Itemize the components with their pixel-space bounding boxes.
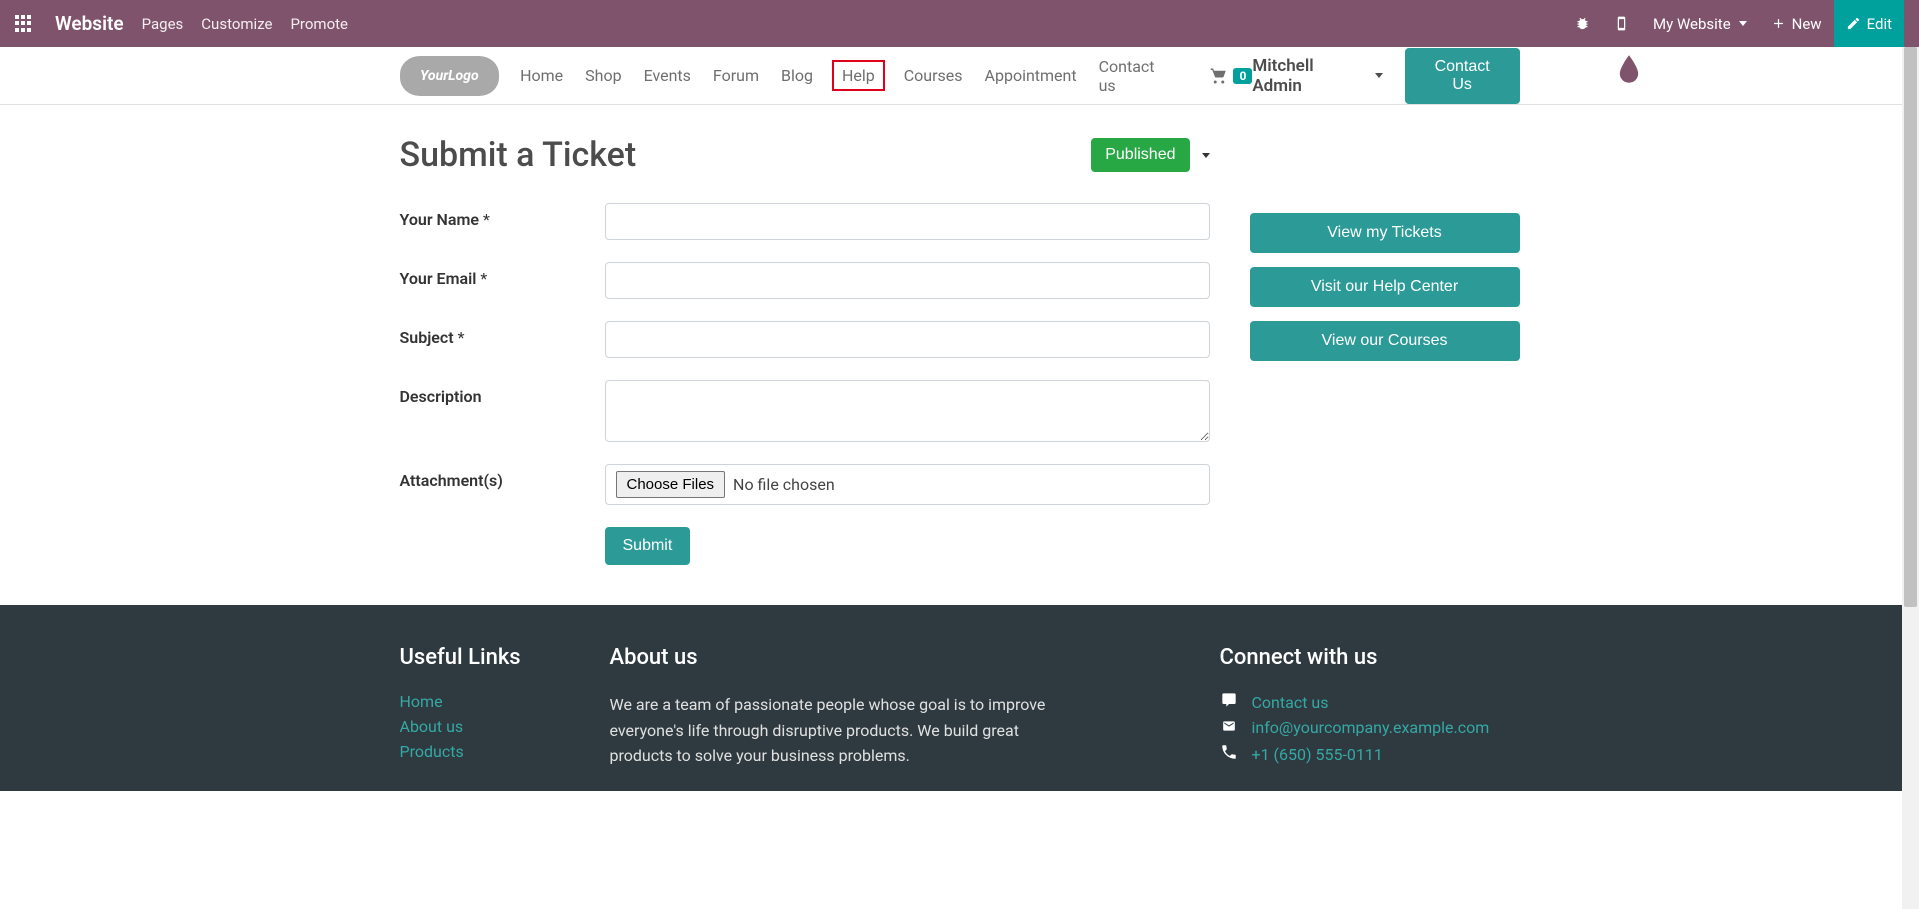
nav-events[interactable]: Events <box>641 60 694 91</box>
footer-connect-title: Connect with us <box>1220 645 1520 670</box>
input-subject[interactable] <box>605 321 1210 358</box>
nav-courses[interactable]: Courses <box>901 60 966 91</box>
topbar-left: Website Pages Customize Promote <box>15 12 348 35</box>
mobile-preview-icon[interactable] <box>1602 0 1641 47</box>
publish-controls: Published <box>1091 138 1209 172</box>
footer-about-text: We are a team of passionate people whose… <box>610 692 1080 769</box>
form-row-email: Your Email * <box>400 262 1210 299</box>
connect-phone: +1 (650) 555-0111 <box>1220 743 1520 765</box>
page-body: Submit a Ticket Published Your Name * Yo… <box>390 105 1530 605</box>
nav-links: Home Shop Events Forum Blog Help Courses… <box>517 51 1252 101</box>
connect-email-link[interactable]: info@yourcompany.example.com <box>1252 718 1490 737</box>
chevron-down-icon <box>1375 73 1383 78</box>
nav-home[interactable]: Home <box>517 60 566 91</box>
user-menu[interactable]: Mitchell Admin <box>1252 56 1382 96</box>
label-subject: Subject * <box>400 321 605 347</box>
label-name: Your Name * <box>400 203 605 229</box>
file-input-wrap[interactable]: Choose Files No file chosen <box>605 464 1210 505</box>
site-logo[interactable]: YourLogo <box>400 56 500 96</box>
menu-promote[interactable]: Promote <box>290 15 348 33</box>
new-label: New <box>1792 15 1822 33</box>
user-name: Mitchell Admin <box>1252 56 1366 96</box>
submit-row: Submit <box>400 527 1210 565</box>
nav-forum[interactable]: Forum <box>710 60 762 91</box>
connect-contact-link[interactable]: Contact us <box>1252 693 1329 712</box>
form-row-description: Description <box>400 380 1210 442</box>
nav-appointment[interactable]: Appointment <box>982 60 1080 91</box>
publish-dropdown-icon[interactable] <box>1202 153 1210 158</box>
cart-count-badge: 0 <box>1233 68 1252 84</box>
menu-customize[interactable]: Customize <box>201 15 272 33</box>
file-status-text: No file chosen <box>733 475 835 494</box>
form-row-attachments: Attachment(s) Choose Files No file chose… <box>400 464 1210 505</box>
cart-link[interactable]: 0 <box>1209 67 1252 85</box>
phone-icon <box>1220 743 1238 765</box>
nav-shop[interactable]: Shop <box>582 60 624 91</box>
vertical-scrollbar[interactable] <box>1902 47 1919 909</box>
chevron-down-icon <box>1739 21 1747 26</box>
label-attachments: Attachment(s) <box>400 464 605 490</box>
app-brand[interactable]: Website <box>55 12 124 35</box>
visit-help-center-button[interactable]: Visit our Help Center <box>1250 267 1520 307</box>
edit-button[interactable]: Edit <box>1834 0 1904 47</box>
bug-icon[interactable] <box>1563 0 1602 47</box>
contact-us-button[interactable]: Contact Us <box>1405 48 1520 104</box>
footer-about-title: About us <box>610 645 1080 670</box>
form-row-subject: Subject * <box>400 321 1210 358</box>
side-column: View my Tickets Visit our Help Center Vi… <box>1250 143 1520 565</box>
view-my-tickets-button[interactable]: View my Tickets <box>1250 213 1520 253</box>
nav-help[interactable]: Help <box>832 60 885 91</box>
main-column: Submit a Ticket Published Your Name * Yo… <box>400 135 1210 565</box>
side-spacer <box>1250 143 1520 199</box>
view-courses-button[interactable]: View our Courses <box>1250 321 1520 361</box>
footer-connect: Connect with us Contact us info@yourcomp… <box>1220 645 1520 771</box>
published-button[interactable]: Published <box>1091 138 1189 172</box>
edit-label: Edit <box>1867 15 1892 33</box>
submit-button[interactable]: Submit <box>605 527 691 565</box>
footer-useful-title: Useful Links <box>400 645 580 670</box>
my-website-dropdown[interactable]: My Website <box>1641 0 1759 47</box>
input-description[interactable] <box>605 380 1210 442</box>
footer-useful-links: Useful Links Home About us Products <box>400 645 580 771</box>
topbar-right: My Website New Edit <box>1563 0 1904 47</box>
page-title: Submit a Ticket <box>400 135 1092 175</box>
footer: Useful Links Home About us Products Abou… <box>0 605 1919 791</box>
new-button[interactable]: New <box>1759 0 1834 47</box>
my-website-label: My Website <box>1653 15 1731 33</box>
footer-link-about[interactable]: About us <box>400 717 580 736</box>
title-row: Submit a Ticket Published <box>400 135 1210 175</box>
admin-topbar: Website Pages Customize Promote My Websi… <box>0 0 1919 47</box>
label-description: Description <box>400 380 605 406</box>
choose-files-button[interactable]: Choose Files <box>616 471 726 498</box>
scrollbar-thumb[interactable] <box>1904 47 1917 607</box>
envelope-icon <box>1220 718 1238 737</box>
form-row-name: Your Name * <box>400 203 1210 240</box>
footer-link-home[interactable]: Home <box>400 692 580 711</box>
connect-contact: Contact us <box>1220 692 1520 712</box>
theme-drop-icon[interactable] <box>1618 55 1640 87</box>
footer-link-products[interactable]: Products <box>400 742 580 761</box>
connect-phone-link[interactable]: +1 (650) 555-0111 <box>1252 745 1383 764</box>
connect-email: info@yourcompany.example.com <box>1220 718 1520 737</box>
site-nav: YourLogo Home Shop Events Forum Blog Hel… <box>0 47 1919 105</box>
cart-icon <box>1209 67 1229 85</box>
nav-blog[interactable]: Blog <box>778 60 816 91</box>
footer-about: About us We are a team of passionate peo… <box>610 645 1080 771</box>
apps-grid-icon[interactable] <box>15 15 33 33</box>
input-email[interactable] <box>605 262 1210 299</box>
site-nav-right: Mitchell Admin Contact Us <box>1252 48 1519 104</box>
nav-contact-us[interactable]: Contact us <box>1096 51 1176 101</box>
input-name[interactable] <box>605 203 1210 240</box>
menu-pages[interactable]: Pages <box>142 15 184 33</box>
speech-bubble-icon <box>1220 692 1238 712</box>
label-email: Your Email * <box>400 262 605 288</box>
